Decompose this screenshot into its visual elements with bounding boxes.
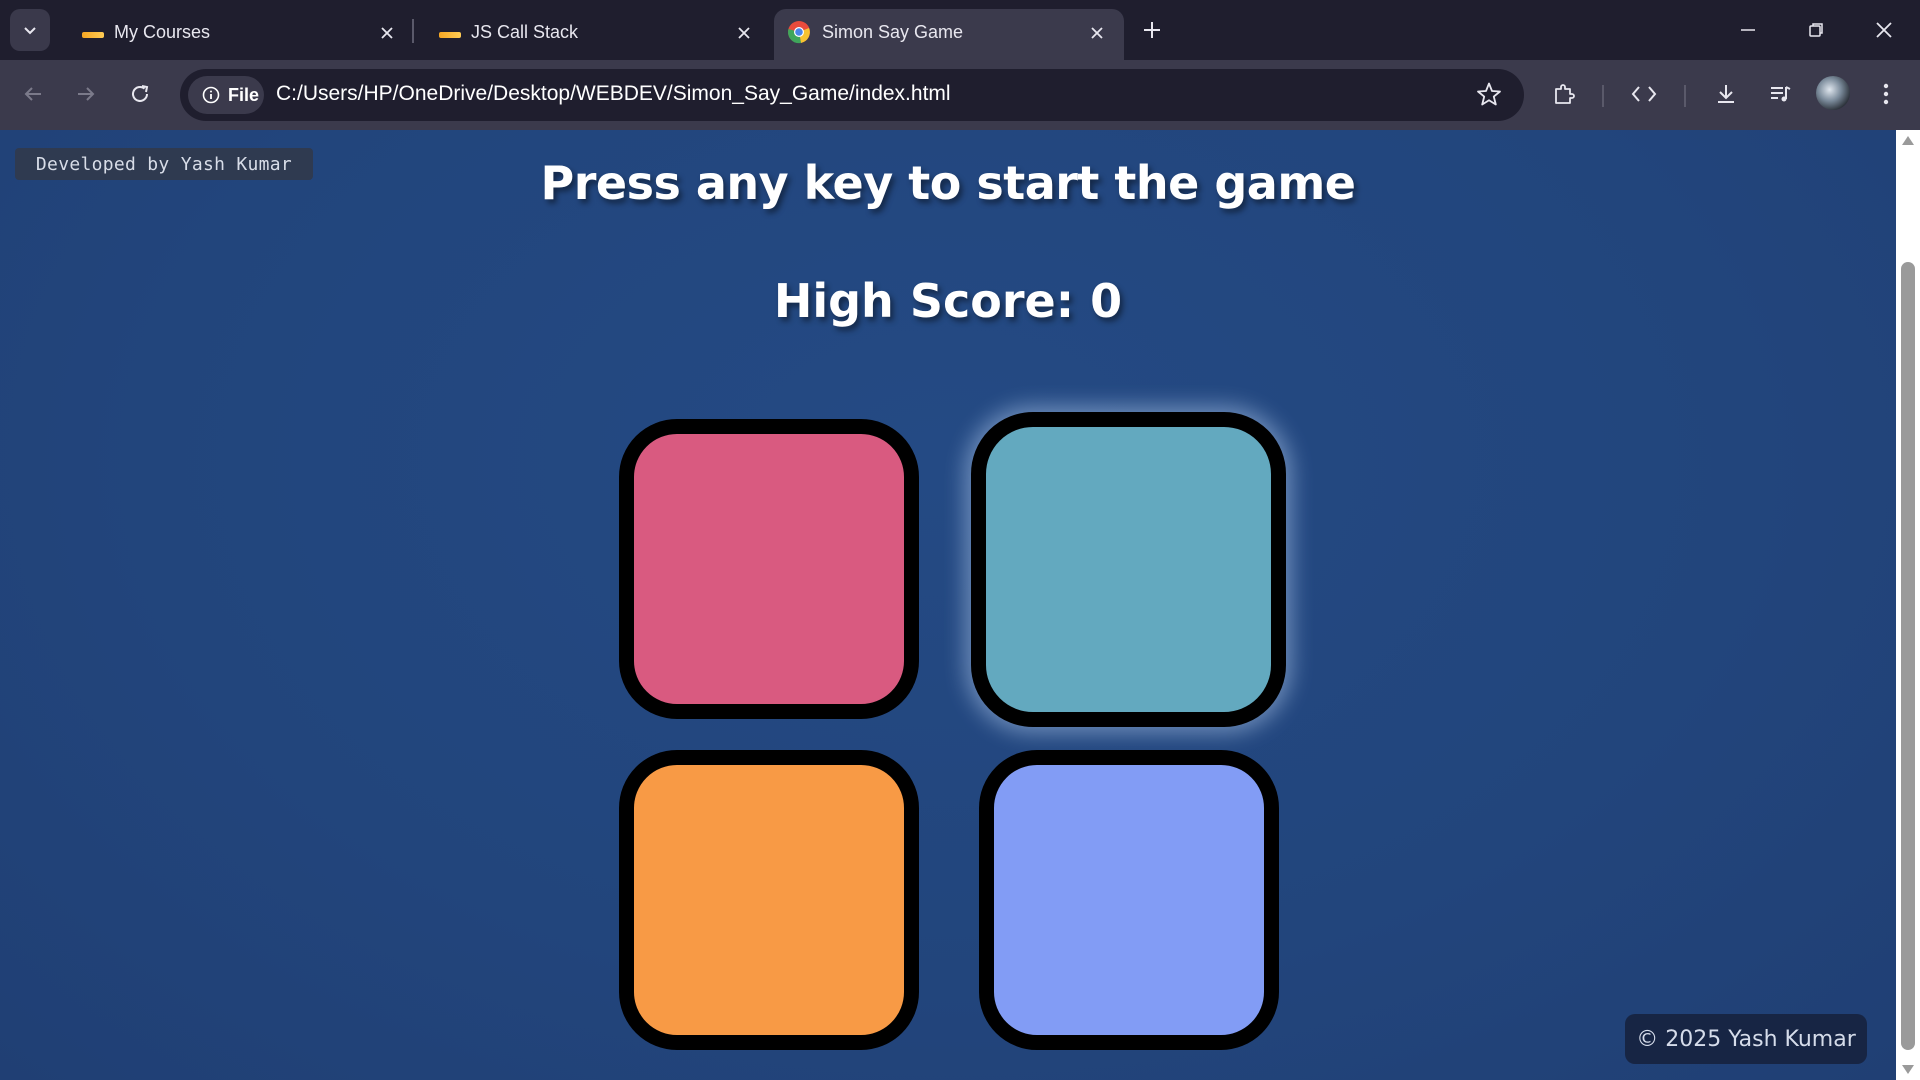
tab-title: Simon Say Game [822,22,964,42]
downloads-button[interactable] [1706,74,1746,114]
close-window-button[interactable] [1856,8,1912,52]
scroll-down-arrow-icon[interactable] [1902,1065,1914,1074]
code-icon [1631,86,1657,102]
scroll-thumb[interactable] [1901,262,1915,1050]
chrome-favicon-icon [787,20,811,44]
footer-copyright: © 2025 Yash Kumar [1625,1014,1867,1064]
menu-button[interactable] [1866,74,1906,114]
page-scrollbar[interactable] [1896,130,1920,1080]
bookmark-button[interactable] [1476,81,1504,109]
chevron-down-icon [24,27,36,35]
page-title: Press any key to start the game [540,156,1356,210]
download-icon [1718,85,1734,103]
puzzle-icon [1555,84,1575,104]
new-tab-button[interactable] [1136,12,1168,48]
close-icon[interactable] [376,22,398,44]
extensions-button[interactable] [1544,74,1584,114]
back-arrow-icon [24,87,41,101]
toolbar-separator [1684,85,1686,107]
tab-title: My Courses [114,22,211,42]
kebab-menu-icon [1883,83,1889,105]
scroll-up-arrow-icon[interactable] [1902,136,1914,145]
reload-icon [132,85,149,102]
close-icon[interactable] [733,22,755,44]
url-text[interactable]: C:/Users/HP/OneDrive/Desktop/WEBDEV/Simo… [276,82,951,106]
game-button-orange[interactable] [619,750,919,1050]
site-info-chip[interactable]: File [188,76,264,114]
minimize-button[interactable] [1720,8,1776,52]
devtools-button[interactable] [1624,74,1664,114]
game-button-red[interactable] [619,419,919,719]
address-bar[interactable]: File C:/Users/HP/OneDrive/Desktop/WEBDEV… [180,69,1524,121]
tab-js-call-stack[interactable]: JS Call Stack [421,9,771,60]
site-chip-label: File [228,84,260,105]
tab-simon-say-game[interactable]: Simon Say Game [774,9,1124,60]
restore-icon [1809,23,1823,37]
star-icon [1477,82,1501,106]
minimize-icon [1741,29,1755,31]
tab-search-button[interactable] [10,9,50,51]
coursera-favicon-icon [439,26,461,44]
coursera-favicon-icon [82,26,104,44]
plus-icon [1144,22,1160,38]
toolbar-separator [1602,85,1604,107]
high-score: High Score: 0 [773,274,1123,328]
back-button[interactable] [13,74,53,114]
tab-separator [412,19,414,43]
close-icon [1876,22,1892,38]
media-control-icon [1771,86,1791,102]
game-button-cyan[interactable] [971,412,1286,727]
tab-title: JS Call Stack [471,22,579,42]
forward-button[interactable] [66,74,106,114]
tab-strip: My Courses JS Call Stack Simon Say Game [0,0,1920,60]
avatar[interactable] [1816,76,1850,110]
game-button-blue[interactable] [979,750,1279,1050]
reload-button[interactable] [120,74,160,114]
info-icon [202,86,220,104]
page-content: Developed by Yash Kumar Press any key to… [0,130,1896,1080]
browser-toolbar: File C:/Users/HP/OneDrive/Desktop/WEBDEV… [0,60,1920,130]
close-icon[interactable] [1086,22,1108,44]
media-control-button[interactable] [1760,74,1800,114]
tab-my-courses[interactable]: My Courses [64,9,414,60]
forward-arrow-icon [78,87,95,101]
restore-button[interactable] [1788,8,1844,52]
